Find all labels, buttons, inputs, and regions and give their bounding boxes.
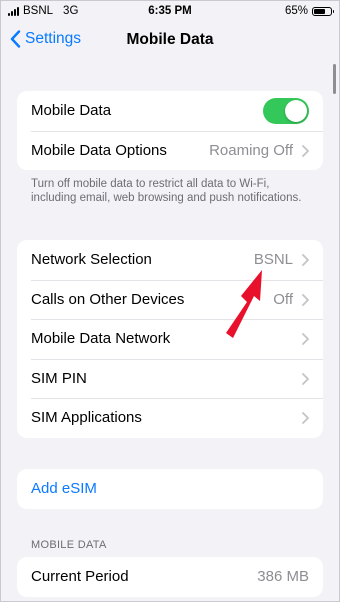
chevron-right-icon [302, 372, 309, 385]
scroll-indicator[interactable] [333, 64, 336, 94]
battery-percent: 65% [284, 5, 308, 17]
calls-other-devices-value: Off [273, 290, 293, 308]
mobile-data-group: Mobile Data Mobile Data Options Roaming … [17, 91, 323, 170]
network-selection-value: BSNL [253, 251, 293, 269]
network-selection-label: Network Selection [31, 251, 152, 269]
sim-pin-row[interactable]: SIM PIN [17, 358, 323, 399]
mobile-data-toggle[interactable] [263, 98, 309, 124]
sim-applications-label: SIM Applications [31, 409, 142, 427]
mobile-data-options-value: Roaming Off [209, 141, 293, 159]
mobile-data-network-label: Mobile Data Network [31, 330, 171, 348]
mobile-data-footnote: Turn off mobile data to restrict all dat… [31, 178, 302, 204]
mobile-data-network-row[interactable]: Mobile Data Network [17, 319, 323, 359]
status-bar: BSNL 3G 6:35 PM 65% [0, 0, 340, 24]
calls-other-devices-label: Calls on Other Devices [31, 290, 185, 308]
chevron-right-icon [302, 333, 309, 345]
add-esim-group: Add eSIM [17, 469, 323, 509]
add-esim-button[interactable]: Add eSIM [17, 469, 323, 509]
battery-icon [312, 6, 334, 16]
page-title: Mobile Data [126, 31, 214, 48]
current-period-row: Current Period 386 MB [17, 557, 323, 597]
status-right: 65% [284, 5, 334, 17]
network-group: Network Selection BSNL Calls on Other De… [17, 240, 323, 438]
chevron-right-icon [302, 254, 309, 266]
navigation-bar: Settings Mobile Data [0, 26, 340, 56]
mobile-data-section-header: MOBILE DATA [31, 539, 107, 551]
chevron-right-icon [302, 293, 309, 306]
current-period-value: 386 MB [257, 568, 309, 586]
sim-pin-label: SIM PIN [31, 369, 87, 387]
mobile-data-row: Mobile Data [17, 91, 323, 131]
add-esim-label: Add eSIM [31, 480, 97, 498]
sim-applications-row[interactable]: SIM Applications [17, 398, 323, 438]
network-selection-row[interactable]: Network Selection BSNL [17, 240, 323, 280]
mobile-data-options-label: Mobile Data Options [31, 141, 167, 159]
calls-other-devices-row[interactable]: Calls on Other Devices Off [17, 279, 323, 320]
chevron-right-icon [302, 144, 309, 157]
mobile-data-usage-group: Current Period 386 MB [17, 557, 323, 597]
mobile-data-label: Mobile Data [31, 102, 112, 120]
mobile-data-options-row[interactable]: Mobile Data Options Roaming Off [17, 130, 323, 171]
current-period-label: Current Period [31, 568, 129, 586]
chevron-right-icon [302, 412, 309, 424]
